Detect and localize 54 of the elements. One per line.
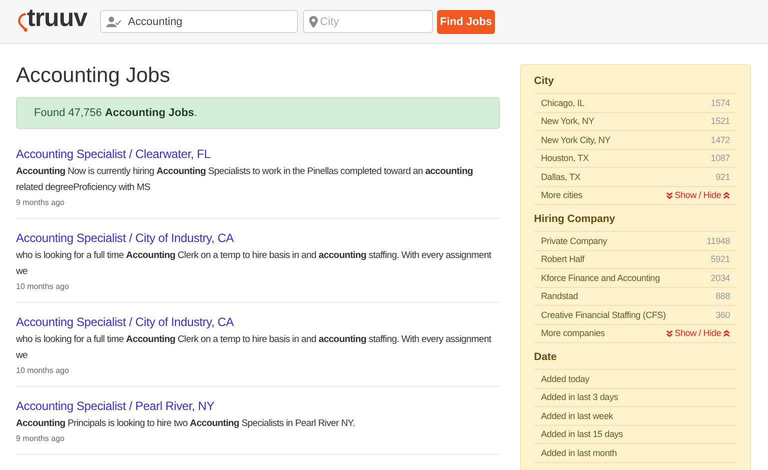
filter-option[interactable]: Kforce Finance and Accounting xyxy=(541,272,660,283)
filter-heading: City xyxy=(534,75,555,87)
show-hide-link[interactable]: Show / Hide xyxy=(666,328,730,338)
double-chevron-up-icon xyxy=(723,330,730,337)
filter-option[interactable]: Added today xyxy=(541,374,590,384)
job-snippet: Accounting Principals is looking to hire two Accounting Specialists in Pearl River NY. xyxy=(16,417,356,431)
filter-option[interactable]: New York, NY xyxy=(541,116,594,126)
filter-count: 2034 xyxy=(710,272,730,283)
page-title: Accounting Jobs xyxy=(16,64,172,88)
filter-count: 1521 xyxy=(710,116,730,126)
filter-option[interactable]: Randstad xyxy=(541,291,578,302)
job-title-link[interactable]: Accounting Specialist / Pearl River, NY xyxy=(16,399,214,413)
job-title-link[interactable]: Accounting Specialist / City of Industry, CA xyxy=(16,231,234,245)
posted-date: 10 months ago xyxy=(16,282,70,291)
double-chevron-down-icon xyxy=(666,192,673,199)
filter-count: 1472 xyxy=(710,134,730,145)
posted-date: 9 months ago xyxy=(16,198,66,207)
filter-option[interactable]: Chicago, IL xyxy=(541,98,584,108)
filter-heading: Hiring Company xyxy=(534,213,616,225)
filter-count: 360 xyxy=(716,310,730,320)
filter-option[interactable]: Added in last week xyxy=(541,410,613,421)
keyword-field[interactable]: Accounting xyxy=(100,10,298,33)
show-hide-link[interactable]: Show / Hide xyxy=(666,190,730,200)
double-chevron-up-icon xyxy=(723,192,730,199)
posted-date: 9 months ago xyxy=(16,434,66,443)
filter-option[interactable]: Robert Half xyxy=(541,254,584,264)
posted-date: 10 months ago xyxy=(16,366,70,375)
more-label: More companies xyxy=(541,328,605,338)
job-title-link[interactable]: Accounting Specialist / Clearwater, FL xyxy=(16,147,210,161)
filter-count: 5921 xyxy=(710,254,730,264)
job-snippet: Accounting Now is currently hiring Accounting Specialists to work in the Pinellas completed toward an accounting related degreeProficiency with MS xyxy=(16,165,474,195)
filter-option[interactable]: Added in last 15 days xyxy=(541,429,623,440)
filter-option[interactable]: Added in last month xyxy=(541,448,617,458)
filter-option[interactable]: New York City, NY xyxy=(541,134,610,145)
filter-count: 888 xyxy=(716,291,730,302)
double-chevron-down-icon xyxy=(666,330,673,337)
site-logo[interactable]: truuv xyxy=(27,4,87,33)
filter-option[interactable]: Dallas, TX xyxy=(541,172,580,182)
job-snippet: who is looking for a full time Accounting Clerk on a temp to hire basis in and accounting staffing. With every assignment we xyxy=(16,333,492,363)
filter-option[interactable]: Added in last 3 days xyxy=(541,392,618,402)
find-jobs-button[interactable]: Find Jobs xyxy=(437,10,495,34)
city-field[interactable]: City xyxy=(303,10,433,33)
filter-option[interactable]: Houston, TX xyxy=(541,153,589,164)
filter-count: 1574 xyxy=(710,98,730,108)
more-label: More cities xyxy=(541,190,582,200)
filter-count: 921 xyxy=(716,172,730,182)
job-snippet: who is looking for a full time Accounting Clerk on a temp to hire basis in and accounting staffing. With every assignment we xyxy=(16,249,492,279)
filter-option[interactable]: Private Company xyxy=(541,236,608,246)
result-notice: Found 47,756 Accounting Jobs. xyxy=(16,97,500,129)
job-title-link[interactable]: Accounting Specialist / City of Industry, CA xyxy=(16,315,234,329)
filter-count: 1087 xyxy=(710,153,730,164)
filter-count: 11948 xyxy=(706,236,730,246)
filter-option[interactable]: Creative Financial Staffing (CFS) xyxy=(541,310,666,320)
filter-heading: Date xyxy=(534,351,558,363)
